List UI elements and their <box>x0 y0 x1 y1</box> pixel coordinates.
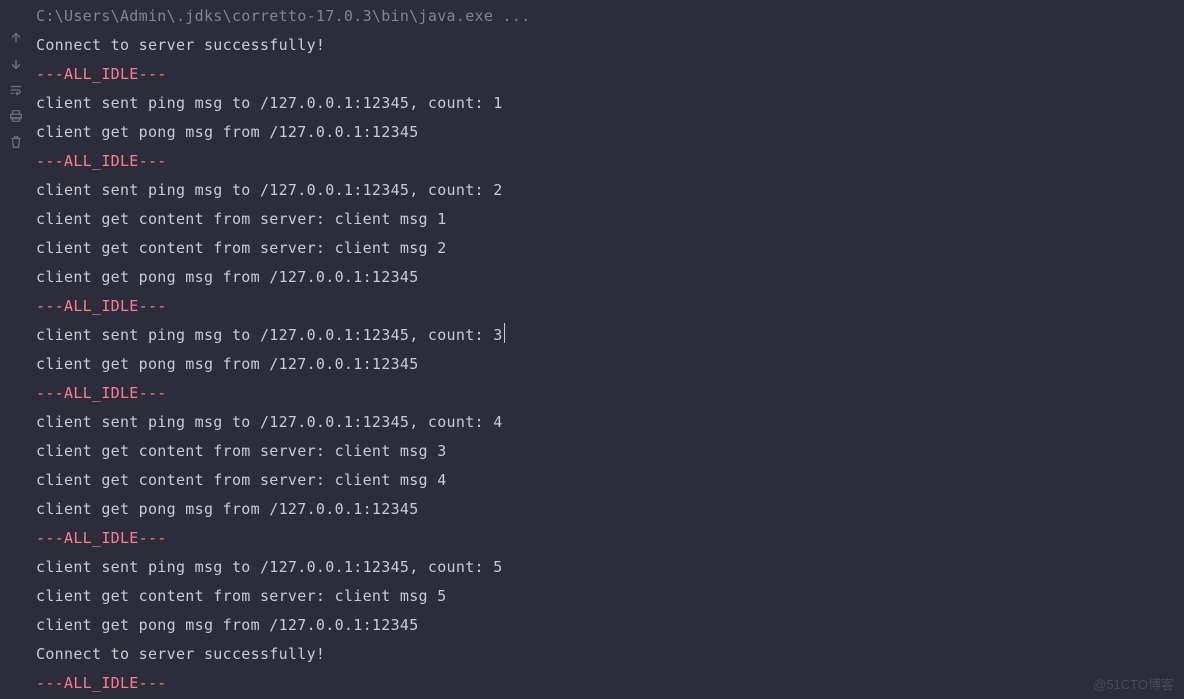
ide-console-panel: C:\Users\Admin\.jdks\corretto-17.0.3\bin… <box>0 0 1184 699</box>
console-line: client get content from server: client m… <box>36 437 1182 466</box>
console-line: ---ALL_IDLE--- <box>36 379 1182 408</box>
console-line: client get pong msg from /127.0.0.1:1234… <box>36 495 1182 524</box>
console-line: client sent ping msg to /127.0.0.1:12345… <box>36 176 1182 205</box>
console-line: client sent ping msg to /127.0.0.1:12345… <box>36 408 1182 437</box>
console-line: client get content from server: client m… <box>36 234 1182 263</box>
console-gutter <box>0 0 32 699</box>
text-cursor <box>504 323 505 343</box>
console-line: Connect to server successfully! <box>36 640 1182 669</box>
console-line: client sent ping msg to /127.0.0.1:12345… <box>36 553 1182 582</box>
console-line: ---ALL_IDLE--- <box>36 147 1182 176</box>
console-line: client get pong msg from /127.0.0.1:1234… <box>36 611 1182 640</box>
console-line: client get content from server: client m… <box>36 466 1182 495</box>
console-line: client sent ping msg to /127.0.0.1:12345… <box>36 89 1182 118</box>
console-line: client get content from server: client m… <box>36 582 1182 611</box>
trash-icon[interactable] <box>8 134 24 150</box>
console-line: client get pong msg from /127.0.0.1:1234… <box>36 118 1182 147</box>
console-line: Connect to server successfully! <box>36 31 1182 60</box>
console-line: ---ALL_IDLE--- <box>36 292 1182 321</box>
console-line: client sent ping msg to /127.0.0.1:12345… <box>36 321 1182 350</box>
arrow-down-icon[interactable] <box>8 56 24 72</box>
console-line: ---ALL_IDLE--- <box>36 524 1182 553</box>
console-line: ---ALL_IDLE--- <box>36 60 1182 89</box>
console-line: client get content from server: client m… <box>36 205 1182 234</box>
watermark: @51CTO博客 <box>1093 674 1174 693</box>
console-line: client get pong msg from /127.0.0.1:1234… <box>36 350 1182 379</box>
console-output[interactable]: C:\Users\Admin\.jdks\corretto-17.0.3\bin… <box>32 0 1184 699</box>
console-line: ---ALL_IDLE--- <box>36 669 1182 698</box>
wrap-lines-icon[interactable] <box>8 82 24 98</box>
console-line: C:\Users\Admin\.jdks\corretto-17.0.3\bin… <box>36 2 1182 31</box>
console-line: client get pong msg from /127.0.0.1:1234… <box>36 263 1182 292</box>
print-icon[interactable] <box>8 108 24 124</box>
arrow-up-icon[interactable] <box>8 30 24 46</box>
